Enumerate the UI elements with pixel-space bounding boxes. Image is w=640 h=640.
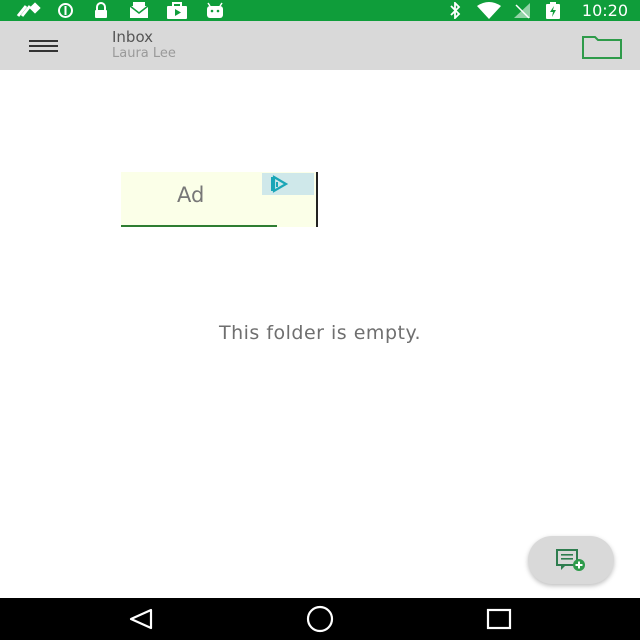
recents-icon bbox=[469, 608, 529, 638]
mail-icon bbox=[129, 2, 149, 19]
status-bar: 10:20 bbox=[0, 0, 640, 21]
home-icon bbox=[290, 605, 350, 638]
home-button[interactable] bbox=[290, 604, 350, 634]
no-sim-icon bbox=[513, 2, 531, 19]
recents-button[interactable] bbox=[469, 604, 529, 634]
menu-button[interactable] bbox=[24, 31, 64, 61]
navigation-bar bbox=[0, 598, 640, 640]
ad-banner[interactable]: Ad bbox=[121, 172, 318, 227]
compose-message-icon bbox=[556, 549, 588, 577]
page-title: Inbox bbox=[112, 28, 154, 46]
app-bar: Inbox Laura Lee bbox=[0, 21, 640, 70]
empty-folder-message: This folder is empty. bbox=[218, 322, 422, 344]
title-block: Inbox Laura Lee bbox=[112, 28, 176, 62]
play-store-icon bbox=[166, 2, 188, 19]
satellite-icon bbox=[16, 2, 42, 19]
account-name: Laura Lee bbox=[112, 46, 176, 61]
folder-icon bbox=[578, 36, 626, 65]
hamburger-icon bbox=[24, 40, 64, 65]
android-icon bbox=[205, 2, 225, 19]
data-saver-icon bbox=[57, 2, 74, 19]
status-time: 10:20 bbox=[581, 1, 628, 20]
wifi-icon bbox=[476, 2, 502, 19]
ad-label: Ad bbox=[177, 183, 205, 207]
back-button[interactable] bbox=[111, 604, 171, 634]
adchoices-icon[interactable] bbox=[262, 173, 314, 195]
lock-icon bbox=[93, 2, 109, 19]
compose-button[interactable] bbox=[528, 536, 614, 584]
bluetooth-icon bbox=[448, 2, 462, 19]
folder-button[interactable] bbox=[578, 33, 626, 61]
battery-icon bbox=[545, 2, 561, 19]
back-icon bbox=[111, 608, 171, 638]
ad-underline bbox=[121, 225, 277, 227]
